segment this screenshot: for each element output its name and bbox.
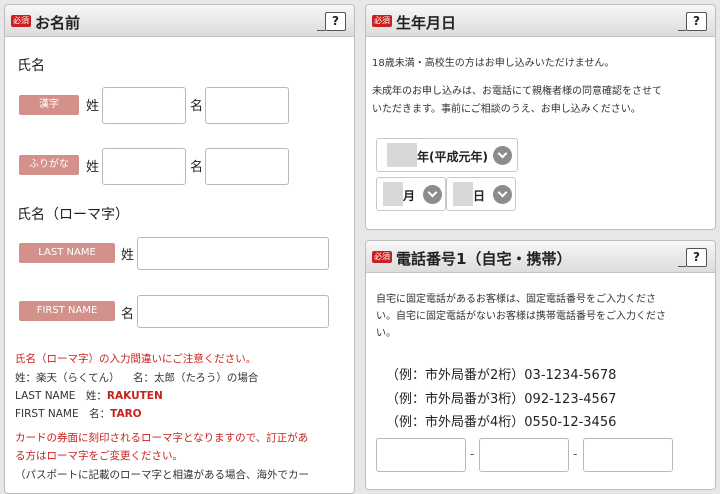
name-panel-header: 必須 お名前 ? (5, 5, 354, 37)
chevron-down-icon (493, 185, 512, 204)
furigana-tag: ふりがな (19, 155, 79, 175)
furigana-last-name-input[interactable] (102, 148, 186, 185)
example-first-label: FIRST NAME 名： (15, 408, 111, 420)
phone-panel-header: 必須 電話番号1（自宅・携帯） ? (366, 241, 715, 273)
panel-title: 電話番号1（自宅・携帯） (396, 250, 572, 268)
help-button[interactable]: ? (678, 248, 707, 267)
example-last-value: RAKUTEN (106, 390, 163, 402)
phone-description-line-1: 自宅に固定電話があるお客様は、固定電話番号をご入力くださ (376, 294, 656, 305)
kanji-tag: 漢字 (19, 95, 79, 115)
birthdate-panel: 必須 生年月日 ? 18歳未満・高校生の方はお申し込みいただけません。 未成年の… (365, 4, 716, 230)
help-button[interactable]: ? (317, 12, 346, 31)
last-name-label: 姓 (86, 99, 100, 114)
example-first-value: TARO (110, 408, 142, 420)
last-name-tag: LAST NAME (19, 243, 115, 263)
year-value-placeholder (387, 143, 417, 167)
phone-panel: 必須 電話番号1（自宅・携帯） ? 自宅に固定電話があるお客様は、固定電話番号を… (365, 240, 716, 490)
kanji-first-name-input[interactable] (205, 87, 289, 124)
minor-notice-line-2: いただきます。事前にご相談のうえ、お申し込みください。 (372, 104, 641, 115)
first-name-tag: FIRST NAME (19, 301, 115, 321)
first-name-label: 名 (190, 160, 204, 175)
romaji-heading: 氏名（ローマ字） (17, 207, 129, 223)
example-line-2: LAST NAME 姓：RAKUTEN (15, 387, 163, 406)
birth-month-select[interactable]: 月 (376, 177, 446, 211)
birth-year-select[interactable]: 年(平成元年) (376, 138, 518, 172)
required-badge: 必須 (372, 15, 392, 27)
last-name-label: 姓 (121, 248, 135, 263)
first-name-label: 名 (190, 99, 204, 114)
birthdate-panel-header: 必須 生年月日 ? (366, 5, 715, 37)
romaji-last-name-input[interactable] (137, 237, 329, 270)
phone-area-code-input[interactable] (376, 438, 466, 472)
example-last: 姓：楽天（らくてん） (15, 372, 120, 384)
panel-title: 生年月日 (396, 14, 457, 32)
romaji-caution: 氏名（ローマ字）の入力間違いにご注意ください。 (15, 353, 257, 365)
required-badge: 必須 (11, 15, 31, 27)
example-first: 名：太郎（たろう）の場合 (133, 372, 259, 384)
phone-example-3: （例：市外局番が4桁）0550-12-3456 (386, 415, 617, 430)
phone-subscriber-input[interactable] (583, 438, 673, 472)
month-label: 月 (403, 189, 416, 203)
required-badge: 必須 (372, 251, 392, 263)
phone-description-line-2: い。自宅に固定電話がないお客様は携帯電話番号をご入力くださ (376, 311, 666, 322)
month-value-placeholder (383, 182, 403, 206)
birth-day-select[interactable]: 日 (446, 177, 516, 211)
day-label: 日 (473, 189, 486, 203)
minor-notice-line-1: 未成年のお申し込みは、お電話にて親権者様の同意確認をさせて (372, 86, 662, 97)
phone-example-2: （例：市外局番が3桁）092-123-4567 (386, 392, 617, 407)
panel-title: お名前 (35, 14, 81, 32)
year-label: 年(平成元年) (417, 150, 488, 164)
day-value-placeholder (453, 182, 473, 206)
chevron-down-icon (493, 146, 512, 165)
furigana-first-name-input[interactable] (205, 148, 289, 185)
phone-separator: - (573, 447, 578, 461)
phone-exchange-input[interactable] (479, 438, 569, 472)
example-line-1: 姓：楽天（らくてん） 名：太郎（たろう）の場合 (15, 369, 345, 388)
phone-separator: - (470, 447, 475, 461)
example-line-3: FIRST NAME 名：TARO (15, 405, 142, 424)
example-last-label: LAST NAME 姓： (15, 390, 107, 402)
romaji-first-name-input[interactable] (137, 295, 329, 328)
phone-description-line-3: い。 (376, 328, 396, 339)
card-note-line-1: カードの券面に刻印されるローマ字となりますので、訂正があ (15, 432, 309, 444)
help-button[interactable]: ? (678, 12, 707, 31)
age-notice: 18歳未満・高校生の方はお申し込みいただけません。 (372, 58, 615, 69)
kanji-last-name-input[interactable] (102, 87, 186, 124)
first-name-label: 名 (121, 307, 135, 322)
card-note-line-2: る方はローマ字をご変更ください。 (15, 450, 183, 462)
name-panel: 必須 お名前 ? 氏名 漢字 姓 名 ふりがな 姓 名 氏名（ローマ字） LAS… (4, 4, 355, 494)
chevron-down-icon (423, 185, 442, 204)
name-heading: 氏名 (17, 58, 45, 74)
passport-note: （パスポートに記載のローマ字と相違がある場合、海外でカー (15, 469, 309, 481)
phone-example-1: （例：市外局番が2桁）03-1234-5678 (386, 368, 617, 383)
last-name-label: 姓 (86, 160, 100, 175)
